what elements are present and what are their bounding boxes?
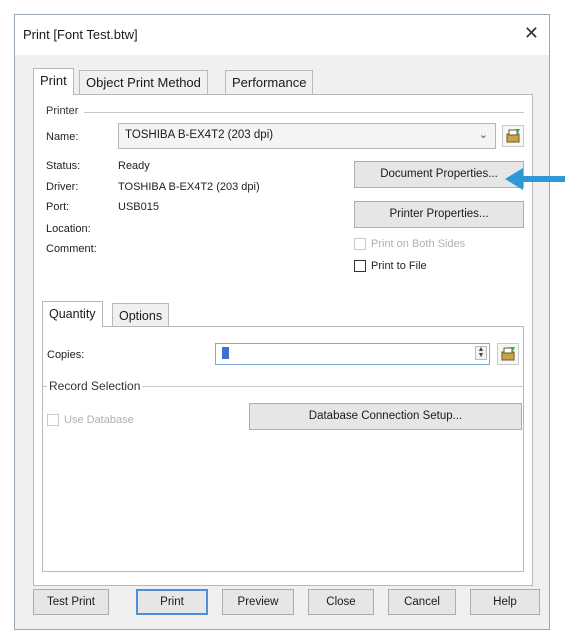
- tab-object-print-method[interactable]: Object Print Method: [79, 70, 208, 94]
- printer-settings-icon[interactable]: [502, 125, 524, 147]
- chevron-down-icon: ⌄: [478, 129, 488, 141]
- driver-label: Driver:: [46, 181, 79, 193]
- preview-button[interactable]: Preview: [222, 589, 294, 615]
- location-label: Location:: [46, 223, 91, 235]
- window-title: Print [Font Test.btw]: [23, 27, 138, 42]
- title-bar: Print [Font Test.btw] ✕: [15, 15, 549, 55]
- printer-name-value: TOSHIBA B-EX4T2 (203 dpi): [125, 129, 274, 141]
- print-to-file-label: Print to File: [371, 260, 427, 272]
- tab-print[interactable]: Print: [33, 68, 74, 95]
- close-icon[interactable]: ✕: [524, 23, 539, 44]
- copies-input[interactable]: ▲ ▼: [215, 343, 490, 365]
- record-selection-label: Record Selection: [47, 379, 143, 393]
- copies-spinner[interactable]: ▲ ▼: [475, 346, 487, 360]
- document-properties-button[interactable]: Document Properties...: [354, 161, 524, 188]
- text-caret: [222, 347, 229, 359]
- print-tab-panel: Printer Name: TOSHIBA B-EX4T2 (203 dpi) …: [33, 94, 533, 586]
- status-label: Status:: [46, 160, 81, 172]
- help-button[interactable]: Help: [470, 589, 540, 615]
- database-connection-setup-button[interactable]: Database Connection Setup...: [249, 403, 522, 430]
- print-both-sides-label: Print on Both Sides: [371, 238, 466, 250]
- comment-label: Comment:: [46, 243, 97, 255]
- print-dialog: Print [Font Test.btw] ✕ Print Object Pri…: [14, 14, 550, 630]
- print-both-sides-checkbox[interactable]: [354, 238, 366, 250]
- printer-group-label: Printer: [44, 105, 81, 117]
- cancel-button[interactable]: Cancel: [388, 589, 456, 615]
- port-label: Port:: [46, 201, 70, 213]
- quantity-panel: Copies: ▲ ▼ Record Selection Use Database…: [42, 326, 524, 572]
- use-database-label: Use Database: [64, 414, 134, 426]
- printer-properties-button[interactable]: Printer Properties...: [354, 201, 524, 228]
- printer-name-select[interactable]: TOSHIBA B-EX4T2 (203 dpi) ⌄: [118, 123, 496, 149]
- copies-label: Copies:: [47, 349, 85, 361]
- print-button[interactable]: Print: [136, 589, 208, 615]
- print-to-file-checkbox[interactable]: [354, 260, 366, 272]
- driver-value: TOSHIBA B-EX4T2 (203 dpi): [118, 181, 260, 193]
- tab-performance[interactable]: Performance: [225, 70, 314, 94]
- use-database-checkbox[interactable]: [47, 414, 59, 426]
- printer-group-rule: [84, 112, 524, 113]
- annotation-arrow-icon: [505, 168, 565, 190]
- status-value: Ready: [118, 160, 150, 172]
- tab-options[interactable]: Options: [112, 303, 170, 327]
- copies-settings-icon[interactable]: [497, 343, 519, 365]
- test-print-button[interactable]: Test Print: [33, 589, 109, 615]
- close-button[interactable]: Close: [308, 589, 374, 615]
- tab-quantity[interactable]: Quantity: [42, 301, 103, 327]
- port-value: USB015: [118, 201, 159, 213]
- name-label: Name:: [46, 131, 79, 143]
